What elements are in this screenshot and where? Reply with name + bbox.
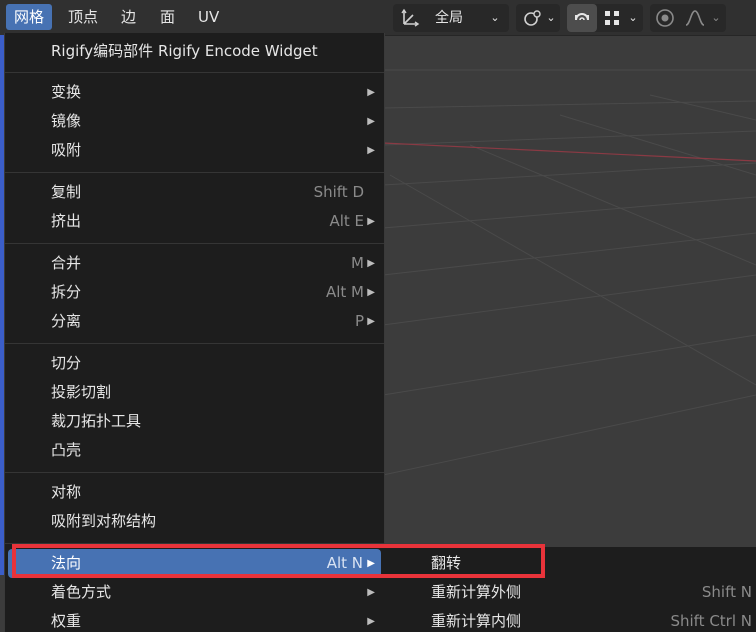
menu-tab-vertex[interactable]: 顶点 bbox=[60, 4, 106, 30]
menu-item-weights[interactable]: 权重 ▶ bbox=[5, 607, 384, 632]
viewport-header: 网格 顶点 边 面 UV 全局 ⌄ ⌄ ⌄ ⌄ bbox=[0, 0, 756, 36]
menu-separator bbox=[5, 172, 384, 173]
shortcut-label: Alt N bbox=[326, 554, 363, 572]
menu-separator bbox=[5, 343, 384, 344]
shortcut-label: Alt E bbox=[329, 212, 364, 230]
menu-item-shading[interactable]: 着色方式 ▶ bbox=[5, 578, 384, 607]
menu-separator bbox=[5, 243, 384, 244]
submenu-arrow-icon: ▶ bbox=[367, 216, 375, 227]
menu-item-separate[interactable]: 分离 P ▶ bbox=[5, 307, 384, 336]
menu-item-split[interactable]: 拆分 Alt M ▶ bbox=[5, 278, 384, 307]
menu-item-duplicate[interactable]: 复制 Shift D bbox=[5, 178, 384, 207]
shortcut-label: M bbox=[351, 254, 364, 272]
chevron-down-icon: ⌄ bbox=[711, 11, 721, 24]
shortcut-label: Shift D bbox=[313, 183, 364, 201]
menu-item-transform[interactable]: 变换 ▶ bbox=[5, 78, 384, 107]
shortcut-label: Shift N bbox=[701, 583, 752, 601]
proportional-editing-icon[interactable] bbox=[650, 4, 680, 32]
submenu-arrow-icon: ▶ bbox=[367, 558, 375, 569]
chevron-down-icon: ⌄ bbox=[628, 11, 638, 24]
menu-tab-uv[interactable]: UV bbox=[190, 4, 227, 30]
shortcut-label: Alt M bbox=[325, 283, 364, 301]
submenu-arrow-icon: ▶ bbox=[367, 87, 375, 98]
chevron-down-icon: ⌄ bbox=[490, 11, 500, 24]
snap-target-grid-icon[interactable] bbox=[599, 4, 625, 32]
snap-toggle-magnet-icon[interactable] bbox=[567, 4, 597, 32]
menu-item-normals[interactable]: 法向 Alt N ▶ bbox=[8, 549, 381, 578]
submenu-arrow-icon: ▶ bbox=[367, 316, 375, 327]
submenu-arrow-icon: ▶ bbox=[367, 145, 375, 156]
menu-separator bbox=[5, 472, 384, 473]
pivot-icon bbox=[520, 4, 544, 32]
menu-separator bbox=[5, 72, 384, 73]
menu-tab-face[interactable]: 面 bbox=[152, 4, 183, 30]
menu-tab-mesh[interactable]: 网格 bbox=[6, 4, 53, 30]
menu-item-convex-hull[interactable]: 凸壳 bbox=[5, 436, 384, 465]
submenu-item-flip[interactable]: 翻转 bbox=[383, 549, 756, 578]
transform-orientation-dropdown[interactable]: 全局 ⌄ bbox=[393, 4, 509, 32]
menu-item-snap[interactable]: 吸附 ▶ bbox=[5, 136, 384, 165]
orientation-gizmo-icon bbox=[397, 4, 423, 32]
submenu-arrow-icon: ▶ bbox=[367, 116, 375, 127]
chevron-down-icon: ⌄ bbox=[546, 11, 556, 24]
submenu-item-recalculate-outside[interactable]: 重新计算外侧 Shift N bbox=[383, 578, 756, 607]
menu-tab-edge[interactable]: 边 bbox=[113, 4, 144, 30]
submenu-arrow-icon: ▶ bbox=[367, 287, 375, 298]
submenu-item-recalculate-inside[interactable]: 重新计算内侧 Shift Ctrl N bbox=[383, 607, 756, 632]
transform-orientation-value: 全局 bbox=[435, 10, 463, 26]
submenu-arrow-icon: ▶ bbox=[367, 258, 375, 269]
menu-item-extrude[interactable]: 挤出 Alt E ▶ bbox=[5, 207, 384, 236]
menu-item-snap-to-symmetry[interactable]: 吸附到对称结构 bbox=[5, 507, 384, 536]
menu-item-merge[interactable]: 合并 M ▶ bbox=[5, 249, 384, 278]
proportional-editing-group: ⌄ bbox=[650, 4, 726, 32]
menu-item-rigify-encode-widget[interactable]: Rigify编码部件 Rigify Encode Widget bbox=[5, 37, 384, 66]
menu-item-knife-topology-tool[interactable]: 裁刀拓扑工具 bbox=[5, 407, 384, 436]
submenu-arrow-icon: ▶ bbox=[367, 616, 375, 627]
normals-submenu: 翻转 重新计算外侧 Shift N 重新计算内侧 Shift Ctrl N bbox=[383, 547, 756, 632]
menu-separator bbox=[5, 543, 384, 544]
mesh-menu: Rigify编码部件 Rigify Encode Widget 变换 ▶ 镜像 … bbox=[4, 33, 385, 632]
snapping-group: ⌄ bbox=[567, 4, 643, 32]
blender-screen: 网格 顶点 边 面 UV 全局 ⌄ ⌄ ⌄ ⌄ Rigify编码部件 Rigif… bbox=[0, 0, 756, 632]
shortcut-label: P bbox=[354, 312, 364, 330]
submenu-arrow-icon: ▶ bbox=[367, 587, 375, 598]
menu-item-bisect[interactable]: 切分 bbox=[5, 349, 384, 378]
shortcut-label: Shift Ctrl N bbox=[670, 612, 752, 630]
pivot-point-dropdown[interactable]: ⌄ bbox=[516, 4, 560, 32]
falloff-curve-icon[interactable] bbox=[682, 4, 708, 32]
menu-item-mirror[interactable]: 镜像 ▶ bbox=[5, 107, 384, 136]
menu-item-symmetrize[interactable]: 对称 bbox=[5, 478, 384, 507]
menu-item-knife-project[interactable]: 投影切割 bbox=[5, 378, 384, 407]
